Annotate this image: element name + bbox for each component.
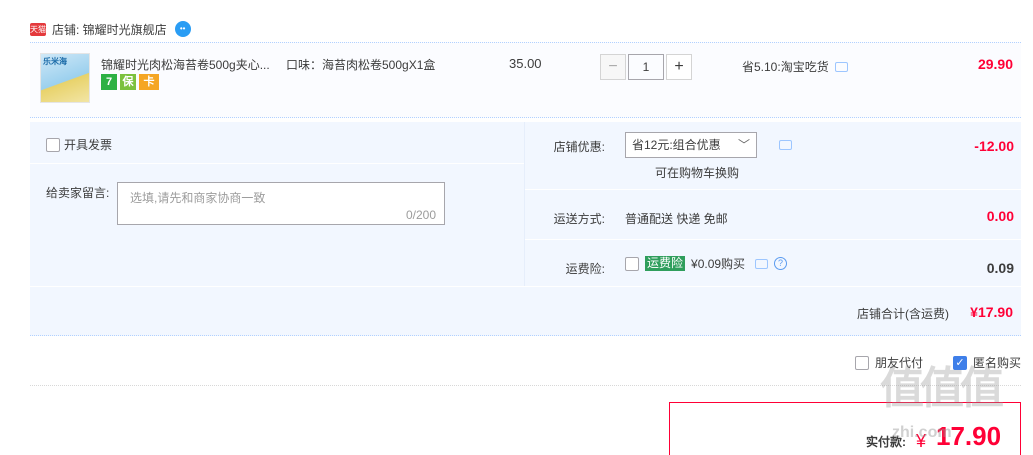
insurance-option[interactable]: 运费险 ¥0.09购买 ? (625, 255, 788, 272)
shipping-amount: 0.00 (986, 208, 1014, 224)
credit-card-icon[interactable]: 卡 (139, 74, 159, 90)
seven-day-return-icon[interactable]: 7 (101, 74, 117, 90)
comment-icon[interactable] (834, 61, 848, 72)
tmall-icon: 天猫 (30, 22, 46, 36)
insurance-row: 运费险: 运费险 ¥0.09购买 ? 0.09 (525, 240, 1022, 286)
item-saving: 省5.10:淘宝吃货 (742, 58, 848, 75)
shipping-row: 运送方式: 普通配送 快递 免邮 0.00 (525, 190, 1022, 240)
order-right-column: 店铺优惠: 省12元:组合优惠 ﹀ 可在购物车换购 -12.00 运送方式: 普… (524, 122, 1022, 286)
quantity-input[interactable]: 1 (628, 54, 664, 80)
seller-message-label: 给卖家留言: (46, 186, 110, 200)
shipping-method: 普通配送 快递 免邮 (625, 212, 728, 226)
divider (30, 385, 1021, 386)
item-subtotal: 29.90 (977, 56, 1013, 72)
shop-total-value: ¥17.90 (970, 304, 1013, 320)
message-char-count: 0/200 (405, 208, 436, 222)
product-sku: 口味：海苔肉松卷500gX1盒 (286, 58, 436, 72)
insurance-tag: 运费险 (645, 256, 686, 271)
promo-hint: 可在购物车换购 (655, 166, 740, 180)
shop-total-row: 店铺合计(含运费) ¥17.90 (30, 286, 1021, 336)
decrease-quantity-button[interactable]: − (600, 54, 626, 80)
comment-icon[interactable] (755, 258, 769, 269)
guarantee-icon[interactable]: 保 (120, 74, 136, 90)
seller-message-input[interactable]: 选填,请先和商家协商一致 0/200 (117, 182, 445, 225)
product-thumbnail[interactable]: 乐米海 (40, 53, 90, 103)
shipping-label: 运送方式: (553, 212, 605, 226)
service-badges: 7 保 卡 (101, 74, 159, 90)
order-item-row: 乐米海 锦耀时光肉松海苔卷500g夹心... 7 保 卡 口味：海苔肉松卷500… (30, 42, 1021, 118)
wangwang-chat-icon[interactable]: •• (174, 21, 191, 37)
shop-total-label: 店铺合计(含运费) (857, 307, 949, 321)
shop-name-link[interactable]: 店铺: 锦耀时光旗舰店 (52, 21, 167, 38)
product-title-link[interactable]: 锦耀时光肉松海苔卷500g夹心... (101, 56, 270, 73)
saving-text: 省5.10:淘宝吃货 (742, 60, 829, 74)
quantity-stepper: − 1 + (600, 54, 692, 80)
insurance-price: ¥0.09购买 (691, 257, 746, 271)
chevron-down-icon: ﹀ (737, 138, 750, 152)
order-options-panel: 开具发票 给卖家留言: 选填,请先和商家协商一致 0/200 店铺优惠: 省12… (30, 122, 1022, 336)
friend-pay-checkbox[interactable] (854, 355, 869, 370)
invoice-checkbox[interactable] (46, 137, 60, 152)
insurance-label: 运费险: (565, 262, 605, 276)
shop-header: 天猫 店铺: 锦耀时光旗舰店 •• (30, 18, 191, 40)
comment-icon[interactable] (779, 140, 792, 150)
promo-dropdown[interactable]: 省12元:组合优惠 ﹀ (625, 132, 757, 158)
shop-promo-row: 店铺优惠: 省12元:组合优惠 ﹀ 可在购物车换购 -12.00 (525, 122, 1022, 190)
thumbnail-text: 乐米海 (43, 57, 67, 66)
promo-amount: -12.00 (974, 138, 1014, 154)
shop-promo-label: 店铺优惠: (553, 140, 605, 154)
message-placeholder: 选填,请先和商家协商一致 (130, 191, 266, 205)
insurance-checkbox[interactable] (625, 256, 639, 271)
order-left-column: 开具发票 给卖家留言: 选填,请先和商家协商一致 0/200 (30, 122, 524, 286)
insurance-amount: 0.09 (986, 260, 1014, 276)
invoice-option[interactable]: 开具发票 (46, 136, 112, 153)
increase-quantity-button[interactable]: + (666, 54, 692, 80)
invoice-label: 开具发票 (64, 138, 113, 152)
help-icon[interactable]: ? (774, 257, 788, 270)
watermark-url: zhi.com (892, 424, 952, 441)
promo-selected: 省12元:组合优惠 (632, 138, 721, 152)
unit-price: 35.00 (509, 56, 542, 71)
